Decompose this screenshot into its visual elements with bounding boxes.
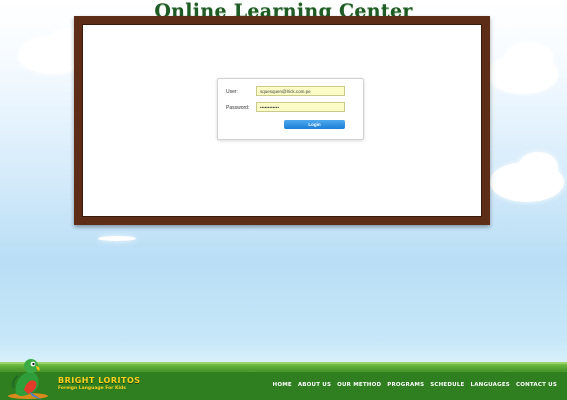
login-panel: User: squesquen@lrick.com.pe Password: •… bbox=[217, 78, 364, 140]
cloud-small bbox=[98, 236, 136, 241]
nav-schedule[interactable]: SCHEDULE bbox=[430, 382, 464, 388]
brand[interactable]: BRIGHT LORITOS Foreign Language For Kids bbox=[58, 376, 141, 391]
brand-tagline: Foreign Language For Kids bbox=[58, 386, 126, 391]
nav-about-us[interactable]: ABOUT US bbox=[298, 382, 331, 388]
parrot-logo-icon[interactable] bbox=[6, 356, 56, 400]
nav-home[interactable]: HOME bbox=[273, 382, 292, 388]
user-label: User: bbox=[226, 89, 238, 95]
password-input[interactable]: •••••••••••• bbox=[256, 102, 345, 112]
nav-languages[interactable]: LANGUAGES bbox=[471, 382, 510, 388]
nav-contact-us[interactable]: CONTACT US bbox=[516, 382, 557, 388]
password-label: Password: bbox=[226, 105, 250, 111]
login-button[interactable]: Login bbox=[284, 120, 345, 129]
footer-nav: HOME ABOUT US OUR METHOD PROGRAMS SCHEDU… bbox=[273, 382, 557, 388]
content-frame: User: squesquen@lrick.com.pe Password: •… bbox=[74, 16, 490, 225]
nav-our-method[interactable]: OUR METHOD bbox=[337, 382, 381, 388]
user-input[interactable]: squesquen@lrick.com.pe bbox=[256, 86, 345, 96]
cloud-right-bottom-2 bbox=[518, 152, 558, 182]
cloud-right-top-2 bbox=[505, 42, 553, 74]
nav-programs[interactable]: PROGRAMS bbox=[387, 382, 424, 388]
page: Online Learning Center User: squesquen@l… bbox=[0, 0, 567, 400]
brand-name: BRIGHT LORITOS bbox=[58, 376, 141, 385]
